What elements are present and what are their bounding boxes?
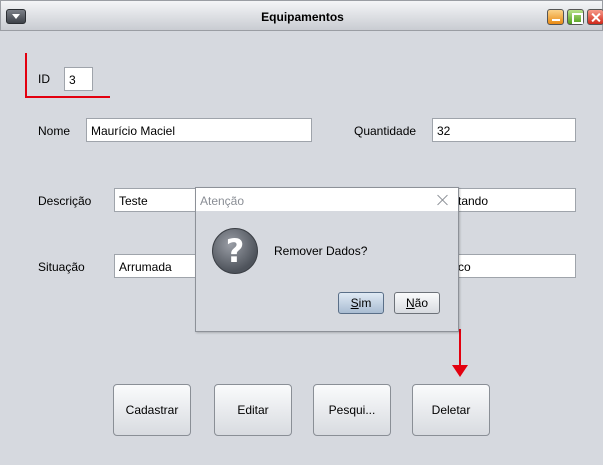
no-button[interactable]: Não (394, 292, 440, 314)
no-label: ão (414, 296, 429, 310)
descricao-field[interactable]: Teste (114, 188, 204, 212)
quantidade-field[interactable]: 32 (432, 118, 576, 142)
maximize-icon[interactable] (567, 9, 584, 25)
dialog-titlebar[interactable]: Atenção (196, 188, 458, 212)
pesquisar-button[interactable]: Pesqui... (313, 384, 391, 436)
editar-button[interactable]: Editar (214, 384, 292, 436)
annotation-bracket-vertical (25, 53, 27, 98)
annotation-arrow (459, 329, 461, 369)
nome-label: Nome (38, 124, 71, 138)
window-title: Equipamentos (261, 10, 344, 24)
id-field[interactable]: 3 (64, 67, 93, 91)
situacao-field[interactable]: Arrumada (114, 254, 204, 278)
minimize-icon[interactable] (547, 9, 564, 25)
deletar-button[interactable]: Deletar (412, 384, 490, 436)
dialog-close-icon[interactable] (436, 193, 450, 207)
annotation-arrow-head (452, 365, 468, 377)
yes-mnemonic: S (350, 296, 359, 310)
no-mnemonic: N (405, 296, 415, 310)
status-field[interactable]: tando (445, 188, 576, 212)
nome-field[interactable]: Maurício Maciel (86, 118, 312, 142)
situacao-label: Situação (38, 260, 85, 274)
id-label: ID (38, 72, 50, 86)
window-titlebar[interactable]: Equipamentos (0, 0, 603, 31)
dialog-message: Remover Dados? (274, 244, 368, 258)
annotation-bracket-horizontal (25, 96, 110, 98)
close-icon[interactable] (587, 9, 603, 25)
dialog-title: Atenção (200, 194, 245, 208)
yes-button[interactable]: Sim (338, 292, 384, 314)
local-field[interactable]: co (445, 254, 576, 278)
cadastrar-button[interactable]: Cadastrar (113, 384, 191, 436)
yes-label: im (358, 296, 372, 310)
confirm-dialog[interactable]: Atenção ? Remover Dados? Sim Não (195, 187, 459, 332)
question-icon: ? (212, 228, 258, 274)
descricao-label: Descrição (38, 194, 92, 208)
quantidade-label: Quantidade (354, 124, 417, 138)
